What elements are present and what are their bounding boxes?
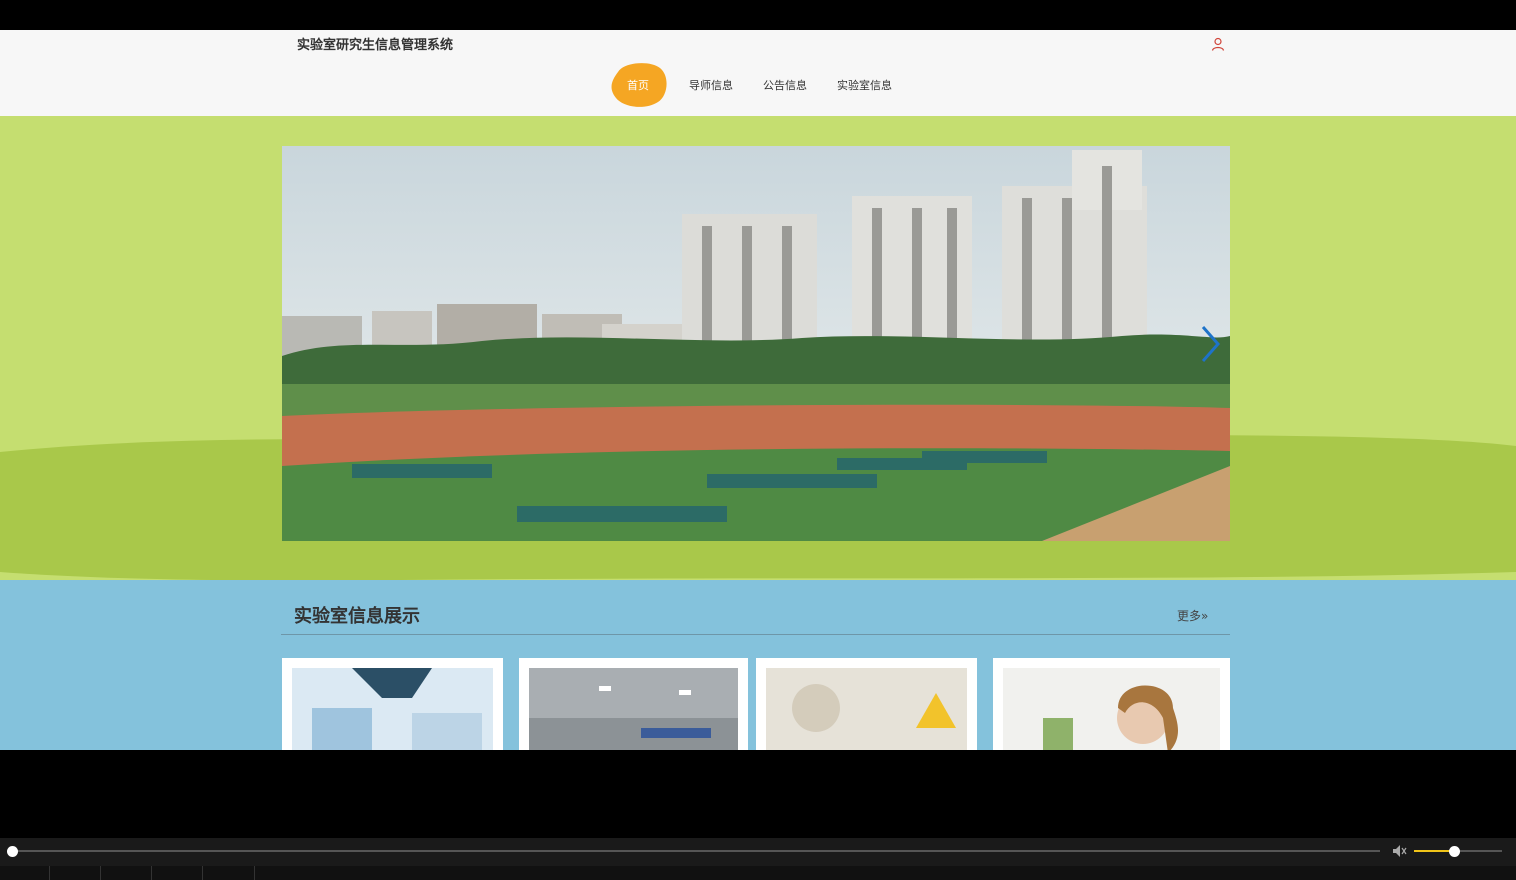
lab-more-link[interactable]: 更多»	[1177, 607, 1208, 624]
double-chevron-right-icon: »	[1201, 609, 1209, 623]
lab-card-image	[766, 668, 967, 750]
taskbar	[0, 866, 1516, 880]
video-letterbox-bottom	[0, 750, 1516, 838]
web-page: 实验室研究生信息管理系统 首页 导师信息 公告信息 实验室信息 实验室信息展示 …	[0, 30, 1516, 750]
section-divider	[281, 634, 1230, 635]
site-header: 实验室研究生信息管理系统 首页 导师信息 公告信息 实验室信息	[0, 30, 1516, 116]
lab-card[interactable]	[519, 658, 748, 750]
taskbar-slot[interactable]	[50, 866, 101, 880]
banner-image[interactable]	[282, 146, 1230, 541]
user-icon[interactable]	[1210, 36, 1226, 52]
taskbar-slot[interactable]	[101, 866, 152, 880]
video-player-controls	[0, 838, 1516, 880]
volume-level	[1414, 850, 1454, 852]
lab-card[interactable]	[756, 658, 977, 750]
video-letterbox-top	[0, 0, 1516, 30]
lab-card-image	[1003, 668, 1220, 750]
seek-handle[interactable]	[7, 846, 18, 857]
taskbar-slot[interactable]	[152, 866, 203, 880]
taskbar-slot[interactable]	[203, 866, 255, 880]
lab-section-heading: 实验室信息展示	[294, 606, 420, 627]
main-nav: 首页 导师信息 公告信息 实验室信息	[600, 62, 920, 108]
site-title: 实验室研究生信息管理系统	[297, 38, 454, 53]
banner-section	[0, 116, 1516, 580]
nav-item-labs[interactable]: 实验室信息	[837, 77, 892, 93]
lab-more-label: 更多	[1177, 609, 1202, 623]
lab-card-image	[292, 668, 493, 750]
chevron-right-icon[interactable]	[1198, 324, 1224, 364]
nav-item-home[interactable]: 首页	[627, 77, 649, 93]
seek-bar[interactable]	[12, 850, 1380, 852]
taskbar-slot[interactable]	[0, 866, 50, 880]
nav-item-notices[interactable]: 公告信息	[763, 77, 807, 93]
volume-handle[interactable]	[1448, 846, 1460, 857]
nav-item-tutors[interactable]: 导师信息	[689, 77, 733, 93]
volume-icon[interactable]	[1392, 844, 1408, 858]
lab-info-section: 实验室信息展示 更多»	[0, 580, 1516, 750]
lab-card-image	[529, 668, 738, 750]
lab-card[interactable]	[993, 658, 1230, 750]
lab-card[interactable]	[282, 658, 503, 750]
